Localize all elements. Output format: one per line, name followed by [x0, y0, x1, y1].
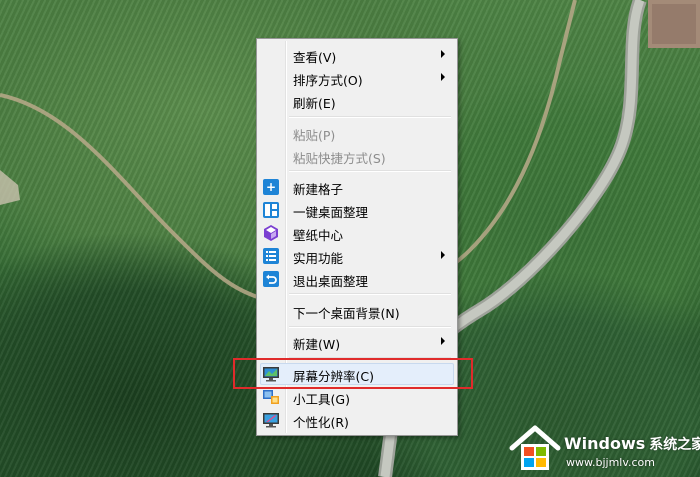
- submenu-arrow-icon: [441, 337, 445, 345]
- watermark-brand-cn: 系统之家: [649, 437, 700, 453]
- menu-separator: [289, 293, 451, 295]
- menu-item-label: 个性化(R): [293, 415, 349, 430]
- submenu-arrow-icon: [441, 73, 445, 81]
- menu-item-label: 新建格子: [293, 182, 344, 197]
- menu-item-refresh[interactable]: 刷新(E): [259, 90, 455, 112]
- menu-item-label: 排序方式(O): [293, 73, 363, 88]
- menu-item-label: 壁纸中心: [293, 228, 344, 243]
- submenu-arrow-icon: [441, 50, 445, 58]
- menu-item-view[interactable]: 查看(V): [259, 44, 455, 66]
- watermark-url: www.bjjmlv.com: [566, 456, 655, 469]
- menu-item-new-grid[interactable]: + 新建格子: [259, 176, 455, 198]
- watermark-brand: Windows 系统之家: [564, 434, 700, 454]
- menu-item-label: 新建(W): [293, 337, 341, 352]
- menu-item-paste: 粘贴(P): [259, 122, 455, 144]
- menu-item-label: 退出桌面整理: [293, 274, 369, 289]
- menu-item-sort-by[interactable]: 排序方式(O): [259, 67, 455, 89]
- menu-item-wallpaper-center[interactable]: 壁纸中心: [259, 222, 455, 244]
- submenu-arrow-icon: [441, 251, 445, 259]
- menu-item-organize-desktop[interactable]: 一键桌面整理: [259, 199, 455, 221]
- plus-icon: +: [263, 179, 279, 195]
- cube-icon: [263, 225, 279, 241]
- menu-item-label: 实用功能: [293, 251, 344, 266]
- menu-separator: [289, 326, 451, 328]
- watermark: Windows 系统之家 www.bjjmlv.com: [508, 420, 700, 475]
- house-logo-icon: [509, 425, 561, 470]
- menu-item-label: 粘贴(P): [293, 128, 336, 143]
- menu-item-label: 刷新(E): [293, 96, 336, 111]
- watermark-brand-en: Windows: [564, 434, 646, 453]
- menu-item-next-background[interactable]: 下一个桌面背景(N): [259, 300, 455, 322]
- menu-item-label: 下一个桌面背景(N): [293, 306, 400, 321]
- menu-item-label: 粘贴快捷方式(S): [293, 151, 386, 166]
- menu-item-personalize[interactable]: 个性化(R): [259, 409, 455, 431]
- gadgets-icon: [263, 389, 279, 405]
- menu-separator: [289, 170, 451, 172]
- menu-item-gadgets[interactable]: 小工具(G): [259, 386, 455, 408]
- menu-item-label: 一键桌面整理: [293, 205, 369, 220]
- list-icon: [263, 248, 279, 264]
- annotation-highlight-box: [233, 358, 473, 389]
- menu-item-label: 查看(V): [293, 50, 337, 65]
- menu-item-paste-shortcut: 粘贴快捷方式(S): [259, 145, 455, 167]
- undo-icon: [263, 271, 279, 287]
- menu-item-label: 小工具(G): [293, 392, 350, 407]
- personalize-icon: [263, 412, 279, 428]
- menu-item-exit-organizer[interactable]: 退出桌面整理: [259, 268, 455, 290]
- menu-separator: [289, 116, 451, 118]
- menu-item-new[interactable]: 新建(W): [259, 331, 455, 353]
- menu-item-utilities[interactable]: 实用功能: [259, 245, 455, 267]
- layout-icon: [263, 202, 279, 218]
